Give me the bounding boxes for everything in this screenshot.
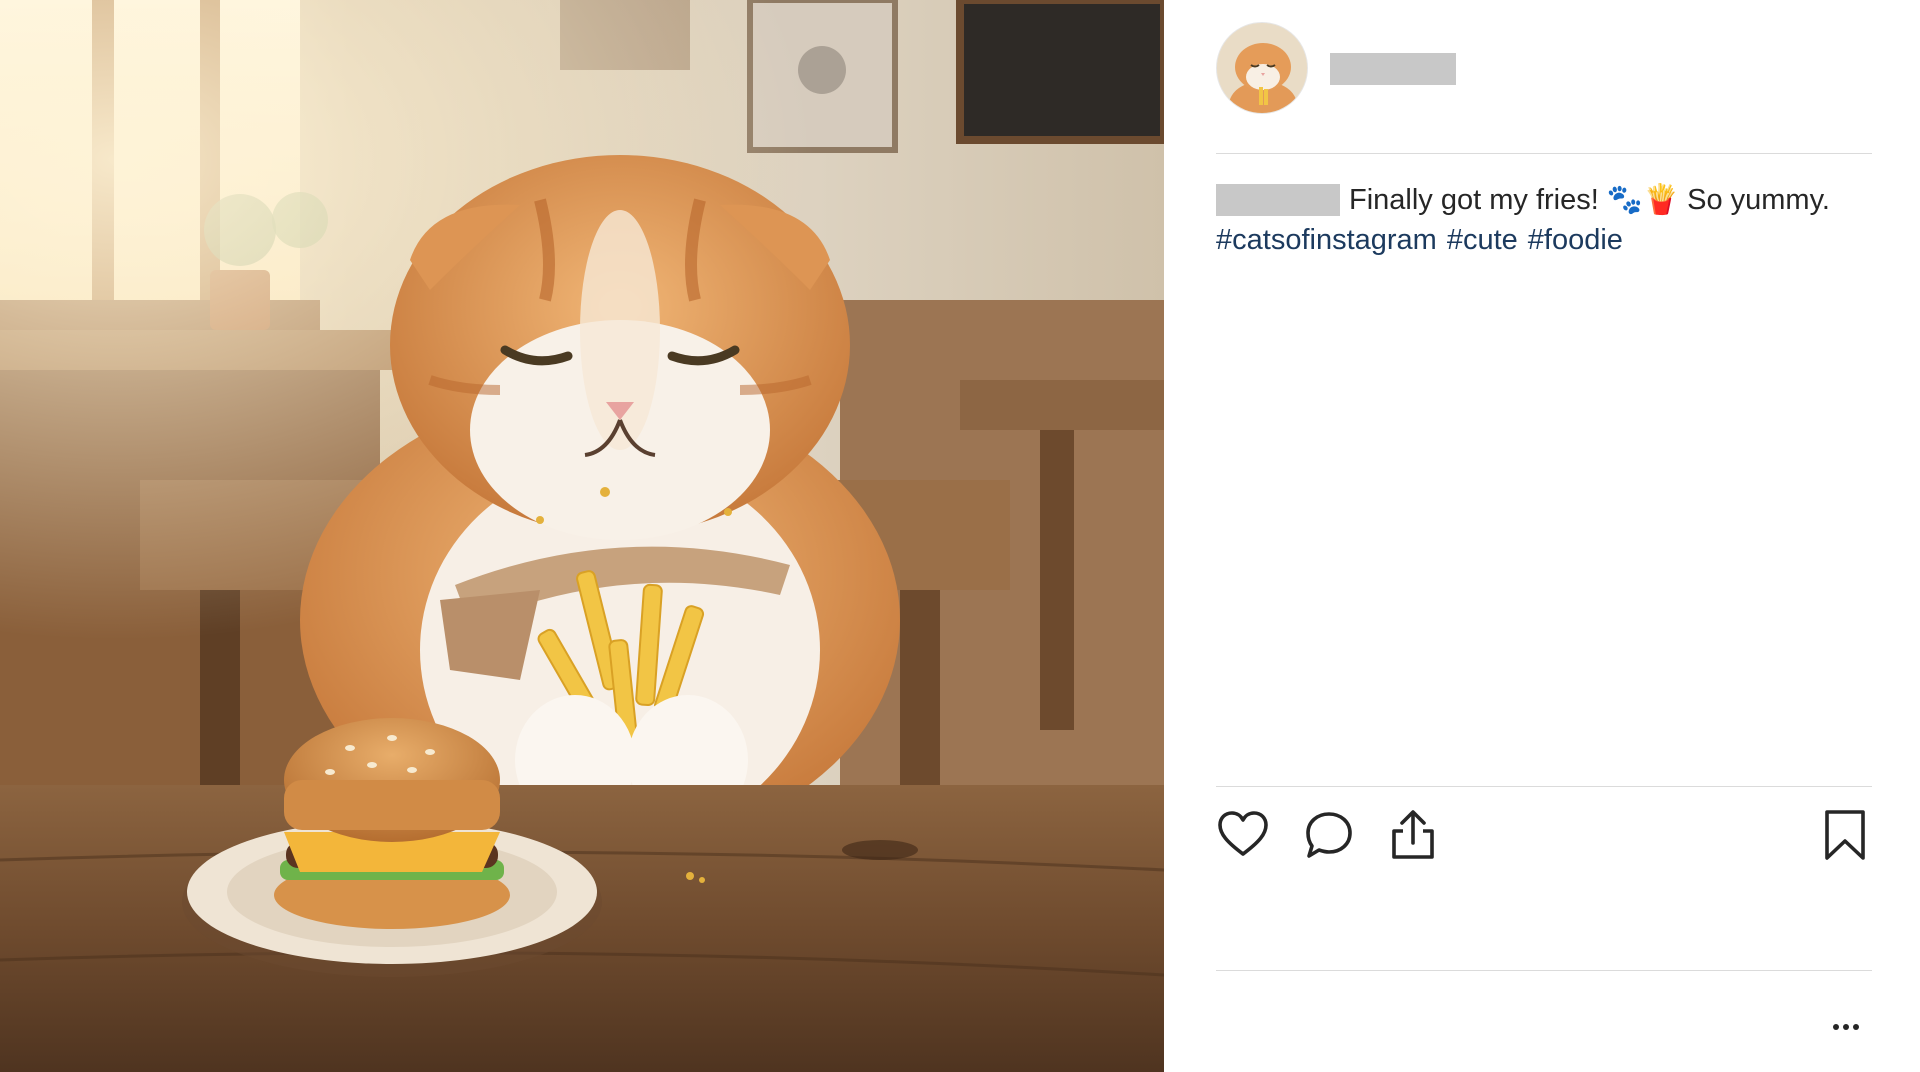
cat-avatar-icon [1217,23,1307,113]
post-header [1216,22,1872,154]
comment-button[interactable] [1302,808,1356,862]
bookmark-outline-icon [1825,810,1865,860]
caption-text: Finally got my fries! 🐾🍟 So yummy. [1349,184,1830,216]
more-horizontal-icon [1853,1024,1859,1030]
hashtag-link[interactable]: #cute [1447,224,1518,256]
speech-bubble-icon [1306,812,1352,858]
post-card: Finally got my fries! 🐾🍟 So yummy. #cats… [0,0,1920,1072]
cat-photo [0,0,1164,1072]
save-button[interactable] [1818,808,1872,862]
actions-divider-bottom [1216,970,1872,971]
share-button[interactable] [1386,808,1440,862]
post-image[interactable] [0,0,1164,1072]
post-actions-bar [1216,808,1872,864]
author-username-redacted[interactable] [1330,53,1456,85]
hashtag-link[interactable]: #catsofinstagram [1216,224,1437,256]
post-caption: Finally got my fries! 🐾🍟 So yummy. #cats… [1216,180,1896,260]
caption-author-redacted[interactable] [1216,184,1340,216]
actions-divider-top [1216,786,1872,787]
share-upload-icon [1392,810,1434,859]
author-avatar[interactable] [1216,22,1308,114]
heart-outline-icon [1218,811,1268,856]
post-details-panel: Finally got my fries! 🐾🍟 So yummy. #cats… [1164,0,1920,1072]
caption-hashtags: #catsofinstagram #cute #foodie [1216,220,1896,260]
more-horizontal-icon [1843,1024,1849,1030]
caption-text-line: Finally got my fries! 🐾🍟 So yummy. [1216,180,1896,220]
more-horizontal-icon [1833,1024,1839,1030]
like-button[interactable] [1216,808,1270,862]
more-options-button[interactable] [1826,1012,1866,1042]
hashtag-link[interactable]: #foodie [1528,224,1623,256]
